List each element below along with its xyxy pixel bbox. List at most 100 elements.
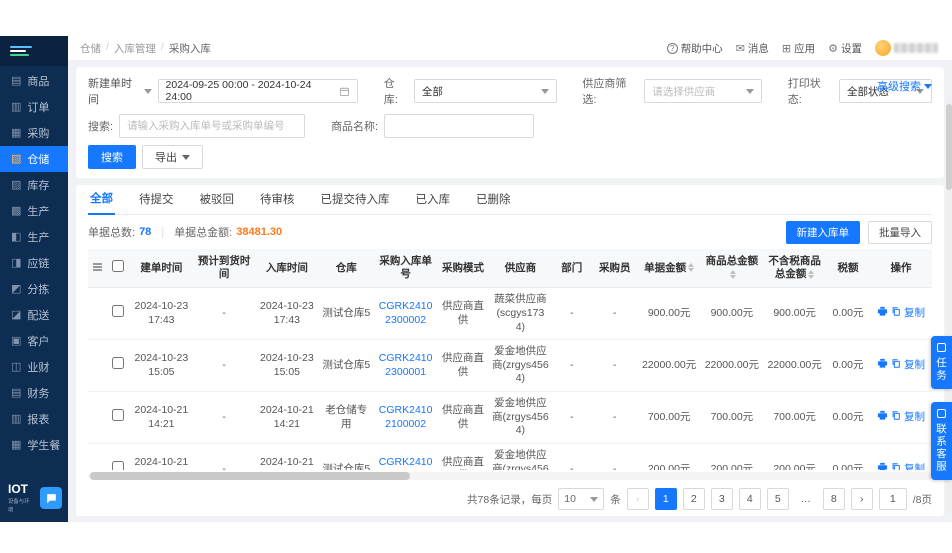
menu-icon: ▤ <box>11 76 21 87</box>
product-name-input[interactable] <box>384 114 534 138</box>
sidebar-item-8[interactable]: ◨应链 <box>0 250 68 276</box>
pagination-bar: 共78条记录，每页 10 条 ‹ 12345…8 › /8页 <box>88 482 932 516</box>
advanced-search-link[interactable]: 高级搜索 <box>877 78 932 94</box>
order-no-link[interactable]: CGRK24102300002 <box>379 300 433 326</box>
copy-link[interactable]: 复制 <box>904 359 925 371</box>
sidebar-item-3[interactable]: ▦采购 <box>0 120 68 146</box>
sidebar-item-2[interactable]: ▥订单 <box>0 94 68 120</box>
print-icon[interactable] <box>877 306 888 322</box>
export-button[interactable]: 导出 <box>142 145 203 169</box>
sidebar-item-6[interactable]: ▩生产 <box>0 198 68 224</box>
page-button-4[interactable]: 4 <box>739 488 761 510</box>
chevron-down-icon <box>182 155 190 160</box>
sidebar-item-10[interactable]: ◪配送 <box>0 302 68 328</box>
sort-icon[interactable] <box>730 270 736 279</box>
prev-page-button[interactable]: ‹ <box>627 488 649 510</box>
apps-button[interactable]: ⊞应用 <box>782 41 815 56</box>
sidebar-item-11[interactable]: ▣客户 <box>0 328 68 354</box>
sidebar-item-15[interactable]: ▦学生餐 <box>0 432 68 458</box>
page-button-3[interactable]: 3 <box>711 488 733 510</box>
copy-icon[interactable] <box>891 410 901 426</box>
column-settings-icon[interactable] <box>93 266 102 268</box>
menu-icon: ◩ <box>11 284 21 295</box>
contact-service-float-button[interactable]: 联系客服 <box>931 402 952 480</box>
supplier-filter-label: 供应商筛选: <box>582 75 638 107</box>
chevron-down-icon <box>590 497 598 502</box>
copy-link[interactable]: 复制 <box>904 307 925 319</box>
sidebar-item-9[interactable]: ◩分拣 <box>0 276 68 302</box>
print-status-label: 打印状态: <box>788 75 833 107</box>
column-header: 不含税商品总金额 <box>763 249 826 288</box>
sort-icon[interactable] <box>808 270 814 279</box>
tab-3[interactable]: 被驳回 <box>198 191 237 214</box>
table-row: 2024-10-23 17:43-2024-10-23 17:43测试仓库5CG… <box>88 288 932 340</box>
horizontal-scrollbar-thumb[interactable] <box>90 472 410 480</box>
tab-4[interactable]: 待审核 <box>258 191 297 214</box>
select-all-checkbox[interactable] <box>112 260 124 272</box>
apps-grid-icon: ⊞ <box>782 42 791 55</box>
copy-icon[interactable] <box>891 358 901 374</box>
task-float-button[interactable]: 任务 <box>931 336 952 389</box>
column-header: 供应商 <box>489 249 552 288</box>
row-checkbox[interactable] <box>112 357 124 369</box>
search-button[interactable]: 搜索 <box>88 145 136 169</box>
tab-5[interactable]: 已提交待入库 <box>319 191 392 214</box>
menu-icon: ◧ <box>11 232 21 243</box>
column-header: 采购员 <box>592 249 638 288</box>
page-button-2[interactable]: 2 <box>683 488 705 510</box>
tab-1[interactable]: 全部 <box>88 190 115 215</box>
user-profile[interactable] <box>875 40 938 56</box>
tab-2[interactable]: 待提交 <box>137 191 176 214</box>
warehouse-select[interactable]: 全部 <box>414 79 557 103</box>
sort-icon[interactable] <box>688 263 694 272</box>
page-button-8[interactable]: 8 <box>823 488 845 510</box>
date-range-picker[interactable]: 2024-09-25 00:00 - 2024-10-24 24:00 <box>158 79 359 103</box>
sidebar-item-13[interactable]: ▤财务 <box>0 380 68 406</box>
sidebar-item-14[interactable]: ▥报表 <box>0 406 68 432</box>
copy-link[interactable]: 复制 <box>904 463 925 470</box>
settings-button[interactable]: ⚙设置 <box>828 41 862 56</box>
breadcrumb-item[interactable]: 入库管理 <box>114 41 156 56</box>
supplier-select[interactable]: 请选择供应商 <box>644 79 762 103</box>
sidebar-item-1[interactable]: ▤商品 <box>0 68 68 94</box>
print-icon[interactable] <box>877 358 888 374</box>
page-button-1[interactable]: 1 <box>655 488 677 510</box>
vertical-scrollbar-thumb[interactable] <box>946 104 952 190</box>
iot-chat-icon[interactable] <box>40 487 62 509</box>
logo-bar <box>10 54 29 56</box>
help-center-button[interactable]: ?帮助中心 <box>667 41 723 56</box>
page-jump-input[interactable] <box>879 488 907 510</box>
topbar-actions: ?帮助中心 ✉消息 ⊞应用 ⚙设置 <box>667 40 938 56</box>
page-size-select[interactable]: 10 <box>558 488 604 510</box>
horizontal-scrollbar[interactable] <box>88 472 932 480</box>
copy-link[interactable]: 复制 <box>904 411 925 423</box>
date-type-select[interactable]: 新建单时间 <box>88 75 152 107</box>
create-inbound-button[interactable]: 新建入库单 <box>786 221 861 244</box>
print-icon[interactable] <box>877 462 888 470</box>
sidebar-item-12[interactable]: ◫业财 <box>0 354 68 380</box>
order-no-link[interactable]: CGRK24102100001 <box>379 456 433 470</box>
page-button-5[interactable]: 5 <box>767 488 789 510</box>
row-checkbox[interactable] <box>112 305 124 317</box>
batch-import-button[interactable]: 批量导入 <box>868 221 932 244</box>
sidebar-item-7[interactable]: ◧生产 <box>0 224 68 250</box>
sidebar-item-5[interactable]: ▨库存 <box>0 172 68 198</box>
tab-6[interactable]: 已入库 <box>414 191 453 214</box>
order-no-link[interactable]: CGRK24102100002 <box>379 404 433 430</box>
row-checkbox[interactable] <box>112 461 124 470</box>
sidebar-item-4[interactable]: ▧仓储 <box>0 146 68 172</box>
column-header: 部门 <box>552 249 592 288</box>
breadcrumb-item[interactable]: 仓储 <box>80 41 101 56</box>
print-icon[interactable] <box>877 410 888 426</box>
menu-icon: ◪ <box>11 310 21 321</box>
copy-icon[interactable] <box>891 306 901 322</box>
tab-7[interactable]: 已删除 <box>474 191 513 214</box>
next-page-button[interactable]: › <box>851 488 873 510</box>
order-no-link[interactable]: CGRK24102300001 <box>379 352 433 378</box>
row-checkbox[interactable] <box>112 409 124 421</box>
search-input[interactable] <box>119 114 305 138</box>
messages-button[interactable]: ✉消息 <box>736 41 769 56</box>
copy-icon[interactable] <box>891 462 901 470</box>
user-name-blurred <box>894 43 938 53</box>
breadcrumb-item: 采购入库 <box>169 41 211 56</box>
